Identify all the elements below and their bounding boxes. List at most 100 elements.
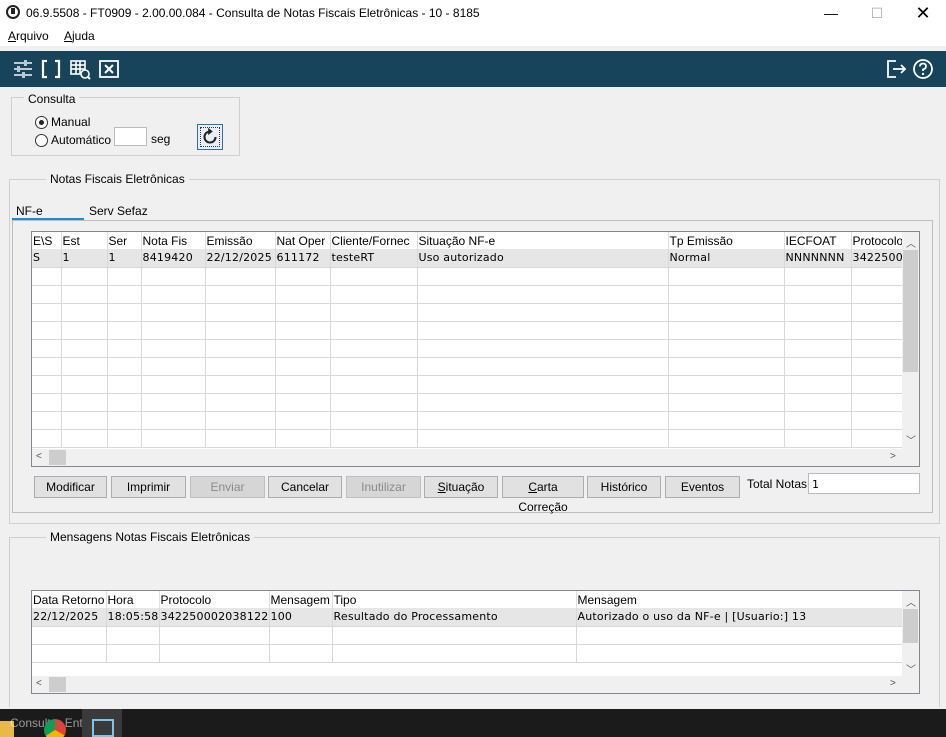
nfe-table-cell[interactable]	[32, 267, 62, 286]
nfe-table-cell[interactable]	[417, 303, 669, 322]
refresh-button[interactable]	[197, 124, 223, 150]
modificar-button[interactable]: Modificar	[34, 476, 107, 498]
tab-serv-sefaz[interactable]: Serv Sefaz	[89, 204, 148, 218]
nfe-table-cell[interactable]	[32, 303, 62, 322]
nfe-table-cell[interactable]	[668, 267, 785, 286]
close-box-icon[interactable]	[98, 58, 120, 80]
nfe-table-row[interactable]	[32, 429, 905, 448]
msg-table-cell[interactable]	[106, 626, 160, 645]
nfe-table-cell[interactable]	[275, 339, 331, 358]
nfe-hscroll-thumb[interactable]	[49, 450, 66, 465]
imprimir-button[interactable]: Imprimir	[111, 476, 186, 498]
nfe-table-row[interactable]	[32, 321, 905, 340]
nfe-table-cell[interactable]	[141, 267, 206, 286]
msg-table-cell[interactable]	[32, 626, 107, 645]
nfe-table-cell[interactable]	[205, 357, 276, 376]
nfe-table-cell[interactable]	[61, 357, 108, 376]
msg-table-cell[interactable]	[576, 644, 905, 663]
nfe-table-cell[interactable]	[784, 393, 852, 412]
msg-table-cell[interactable]: Autorizado o uso da NF-e | [Usuario:] 13	[576, 608, 905, 627]
nfe-table-cell[interactable]	[330, 321, 418, 340]
nfe-table-cell[interactable]	[61, 393, 108, 412]
msg-vscroll-thumb[interactable]	[903, 609, 918, 643]
nfe-table-cell[interactable]	[668, 303, 785, 322]
nfe-table-cell[interactable]	[205, 303, 276, 322]
nfe-table-cell[interactable]	[851, 357, 905, 376]
nfe-table-cell[interactable]	[784, 357, 852, 376]
exit-icon[interactable]	[885, 58, 907, 80]
nfe-table-cell[interactable]	[330, 393, 418, 412]
nfe-table-row[interactable]	[32, 339, 905, 358]
col-tipo[interactable]: Tipo	[332, 591, 577, 608]
nfe-table-cell[interactable]	[417, 429, 669, 448]
nfe-table-cell[interactable]	[275, 411, 331, 430]
nfe-vscroll-thumb[interactable]	[903, 250, 918, 372]
nfe-table-cell[interactable]	[330, 411, 418, 430]
nfe-table-cell[interactable]	[32, 339, 62, 358]
minimize-button[interactable]: —	[808, 0, 854, 26]
nfe-table-cell[interactable]	[275, 321, 331, 340]
close-window-button[interactable]: ✕	[900, 0, 946, 26]
nfe-table-cell[interactable]	[107, 357, 142, 376]
col-est[interactable]: Est	[61, 232, 108, 249]
nfe-table-cell[interactable]	[275, 267, 331, 286]
chrome-icon[interactable]	[44, 719, 66, 737]
nfe-table-cell[interactable]	[107, 393, 142, 412]
nfe-table-cell[interactable]	[61, 339, 108, 358]
col-situacao-nfe[interactable]: Situação NF-e	[417, 232, 669, 249]
nfe-table-cell[interactable]	[784, 411, 852, 430]
maximize-button[interactable]: ☐	[854, 0, 900, 26]
nfe-table-cell[interactable]	[32, 411, 62, 430]
nfe-table-row[interactable]	[32, 375, 905, 394]
nfe-table-cell[interactable]	[141, 393, 206, 412]
col-ser[interactable]: Ser	[107, 232, 142, 249]
grid-view-icon[interactable]	[69, 58, 91, 80]
nfe-table-row[interactable]	[32, 267, 905, 286]
msg-table-cell[interactable]	[332, 626, 577, 645]
nfe-table-cell[interactable]: Normal	[668, 249, 785, 268]
nfe-table-cell[interactable]	[107, 303, 142, 322]
menu-arquivo[interactable]: Arquivo	[8, 29, 49, 43]
nfe-table-cell[interactable]	[784, 285, 852, 304]
nfe-table-cell[interactable]	[32, 393, 62, 412]
eventos-button[interactable]: Eventos	[665, 476, 740, 498]
nfe-table-cell[interactable]	[107, 429, 142, 448]
nfe-table-cell[interactable]	[784, 429, 852, 448]
nfe-table-cell[interactable]	[141, 339, 206, 358]
nfe-table-cell[interactable]: NNNNNNN	[784, 249, 852, 268]
nfe-table-cell[interactable]: 8419420	[141, 249, 206, 268]
msg-table-cell[interactable]: 100	[269, 608, 333, 627]
nfe-table-cell[interactable]	[275, 375, 331, 394]
nfe-table-cell[interactable]	[417, 267, 669, 286]
brackets-icon[interactable]	[40, 58, 62, 80]
nfe-table-cell[interactable]	[32, 375, 62, 394]
nfe-table-cell[interactable]	[275, 303, 331, 322]
nfe-table-cell[interactable]	[330, 267, 418, 286]
msg-vscroll[interactable]: ︿ ﹀	[902, 591, 919, 676]
nfe-table-cell[interactable]	[275, 429, 331, 448]
nfe-table-cell[interactable]	[205, 285, 276, 304]
situacao-button[interactable]: Situação	[424, 476, 498, 498]
nfe-table-cell[interactable]	[668, 411, 785, 430]
historico-button[interactable]: Histórico	[587, 476, 661, 498]
nfe-table-cell[interactable]	[784, 339, 852, 358]
nfe-table-row[interactable]	[32, 303, 905, 322]
nfe-table-cell[interactable]	[61, 267, 108, 286]
nfe-table-row[interactable]	[32, 285, 905, 304]
menu-ajuda[interactable]: Ajuda	[64, 29, 95, 43]
nfe-table-cell[interactable]	[107, 375, 142, 394]
col-mensagem-text[interactable]: Mensagem	[576, 591, 905, 608]
nfe-table-cell[interactable]	[275, 357, 331, 376]
nfe-table-cell[interactable]	[61, 411, 108, 430]
nfe-table-cell[interactable]	[668, 375, 785, 394]
nfe-table-cell[interactable]: S	[32, 249, 62, 268]
sliders-icon[interactable]	[12, 58, 34, 80]
nfe-table-cell[interactable]	[107, 267, 142, 286]
nfe-table-cell[interactable]	[417, 393, 669, 412]
seconds-input[interactable]	[114, 127, 147, 146]
nfe-table-cell[interactable]	[668, 429, 785, 448]
nfe-table-cell[interactable]	[61, 429, 108, 448]
msg-table-cell[interactable]	[106, 644, 160, 663]
radio-manual[interactable]: Manual	[35, 115, 90, 129]
nfe-table-cell[interactable]	[141, 285, 206, 304]
